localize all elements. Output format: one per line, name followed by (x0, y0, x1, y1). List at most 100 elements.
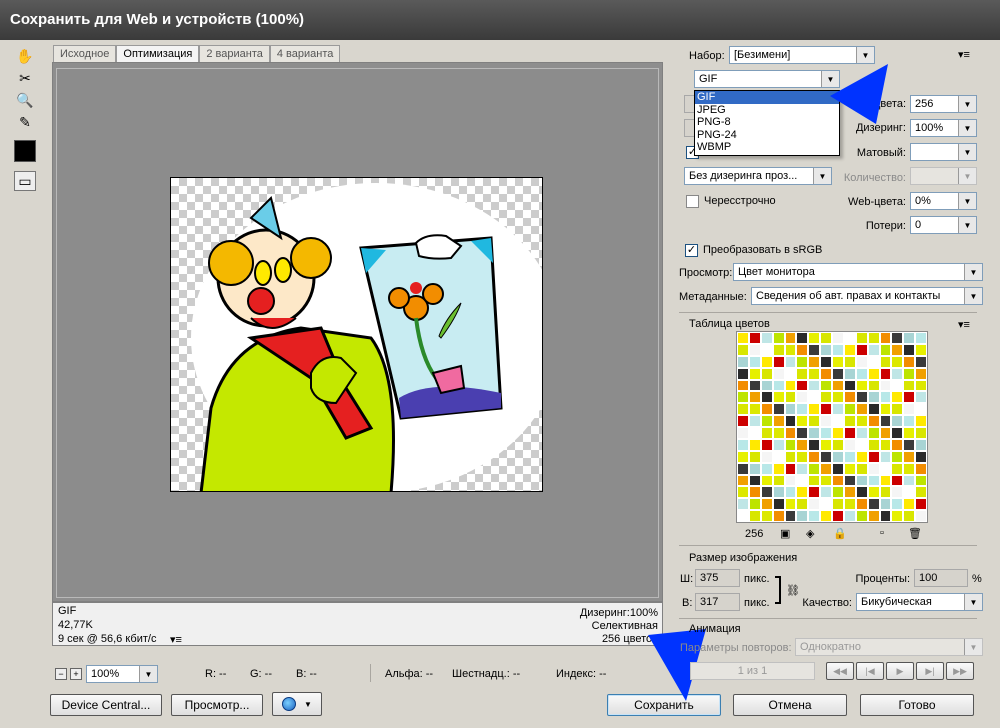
color-swatch-cell[interactable] (891, 450, 904, 463)
color-swatch-cell[interactable] (772, 403, 785, 416)
color-swatch-cell[interactable] (855, 486, 868, 499)
color-swatch-cell[interactable] (832, 438, 844, 451)
color-swatch-cell[interactable] (879, 403, 892, 416)
color-swatch-cell[interactable] (915, 486, 927, 499)
color-swatch-cell[interactable] (891, 403, 904, 416)
color-swatch-cell[interactable] (903, 510, 916, 522)
color-swatch-cell[interactable] (855, 355, 868, 368)
dither-select[interactable]: 100% ▼ (910, 119, 977, 137)
metadata-select[interactable]: Сведения об авт. правах и контакты ▼ (751, 287, 983, 305)
color-swatch-cell[interactable] (808, 462, 821, 475)
color-swatch-cell[interactable] (808, 367, 821, 380)
format-dropdown-list[interactable]: GIF JPEG PNG-8 PNG-24 WBMP (694, 90, 840, 156)
color-swatch-cell[interactable] (832, 391, 844, 404)
next-frame-icon[interactable]: ▶| (916, 662, 944, 680)
color-swatch-cell[interactable] (796, 379, 809, 392)
color-swatch-cell[interactable] (867, 450, 880, 463)
interlaced-checkbox[interactable] (686, 195, 699, 208)
color-swatch-cell[interactable] (855, 438, 868, 451)
color-swatch-cell[interactable] (855, 332, 868, 344)
color-swatch-cell[interactable] (784, 332, 797, 344)
color-swatch-cell[interactable] (879, 343, 892, 356)
color-swatch-cell[interactable] (867, 427, 880, 439)
new-color-icon[interactable]: ▫ (880, 527, 884, 539)
color-swatch-cell[interactable] (843, 438, 856, 451)
color-swatch-cell[interactable] (867, 391, 880, 404)
color-swatch-cell[interactable] (737, 498, 749, 511)
color-swatch-cell[interactable] (832, 332, 844, 344)
color-swatch-cell[interactable] (808, 379, 821, 392)
color-swatch-cell[interactable] (832, 367, 844, 380)
color-swatch-cell[interactable] (784, 367, 797, 380)
color-swatch-cell[interactable] (784, 450, 797, 463)
color-swatch-cell[interactable] (760, 474, 773, 487)
web-shift-icon[interactable]: ◈ (806, 527, 814, 540)
color-swatch-cell[interactable] (748, 391, 761, 404)
color-swatch-cell[interactable] (808, 427, 821, 439)
color-swatch-cell[interactable] (808, 403, 821, 416)
color-swatch-cell[interactable] (772, 367, 785, 380)
color-swatch-cell[interactable] (772, 438, 785, 451)
color-swatch-cell[interactable] (915, 510, 927, 522)
transparency-dither-select[interactable]: Без дизеринга проз... ▼ (684, 167, 832, 185)
color-swatch-cell[interactable] (879, 462, 892, 475)
color-swatch-cell[interactable] (891, 343, 904, 356)
color-swatch-cell[interactable] (891, 498, 904, 511)
color-swatch-cell[interactable] (820, 462, 832, 475)
color-swatch-cell[interactable] (748, 379, 761, 392)
color-swatch-cell[interactable] (903, 391, 916, 404)
color-swatch-cell[interactable] (784, 403, 797, 416)
zoom-icon[interactable]: 🔍 (14, 90, 36, 110)
color-swatch-cell[interactable] (891, 415, 904, 427)
color-swatch-cell[interactable] (843, 427, 856, 439)
color-swatch-cell[interactable] (796, 355, 809, 368)
color-swatch-cell[interactable] (748, 403, 761, 416)
color-swatch-cell[interactable] (748, 427, 761, 439)
color-swatch-cell[interactable] (760, 462, 773, 475)
eyedropper-icon[interactable]: ✎ (14, 112, 36, 132)
color-swatch-cell[interactable] (879, 474, 892, 487)
color-swatch-cell[interactable] (879, 367, 892, 380)
color-swatch-cell[interactable] (903, 427, 916, 439)
color-swatch-cell[interactable] (760, 332, 773, 344)
color-swatch-cell[interactable] (808, 486, 821, 499)
trash-icon[interactable]: 🗑 (908, 527, 922, 540)
color-swatch-cell[interactable] (784, 379, 797, 392)
percent-field[interactable]: 100 (914, 569, 968, 587)
preview-mode-select[interactable]: Цвет монитора ▼ (733, 263, 983, 281)
color-swatch-cell[interactable] (867, 438, 880, 451)
color-swatch-cell[interactable] (808, 510, 821, 522)
color-swatch-cell[interactable] (784, 415, 797, 427)
first-frame-icon[interactable]: ◀◀ (826, 662, 854, 680)
color-swatch-cell[interactable] (748, 450, 761, 463)
format-option-gif[interactable]: GIF (695, 91, 839, 104)
color-swatch-cell[interactable] (903, 332, 916, 344)
color-swatch-cell[interactable] (737, 438, 749, 451)
color-swatch-cell[interactable] (772, 510, 785, 522)
color-swatch-cell[interactable] (879, 415, 892, 427)
color-swatch-cell[interactable] (760, 427, 773, 439)
color-swatch-cell[interactable] (867, 379, 880, 392)
color-swatch-cell[interactable] (855, 427, 868, 439)
color-swatch-cell[interactable] (903, 498, 916, 511)
color-swatch-cell[interactable] (820, 332, 832, 344)
color-swatch-cell[interactable] (784, 486, 797, 499)
color-swatch-cell[interactable] (879, 379, 892, 392)
color-swatch-cell[interactable] (915, 498, 927, 511)
colors-select[interactable]: 256 ▼ (910, 95, 977, 113)
color-swatch-cell[interactable] (748, 343, 761, 356)
color-swatch-cell[interactable] (748, 462, 761, 475)
color-swatch-cell[interactable] (760, 403, 773, 416)
color-swatch-cell[interactable] (737, 343, 749, 356)
color-swatch-cell[interactable] (748, 498, 761, 511)
color-swatch-cell[interactable] (820, 510, 832, 522)
color-swatch-cell[interactable] (820, 391, 832, 404)
color-swatch-cell[interactable] (843, 367, 856, 380)
color-swatch-cell[interactable] (903, 415, 916, 427)
color-swatch-cell[interactable] (915, 379, 927, 392)
color-swatch-cell[interactable] (867, 462, 880, 475)
color-swatch-cell[interactable] (891, 427, 904, 439)
color-swatch-cell[interactable] (784, 498, 797, 511)
color-swatch-cell[interactable] (796, 486, 809, 499)
color-swatch-cell[interactable] (843, 391, 856, 404)
